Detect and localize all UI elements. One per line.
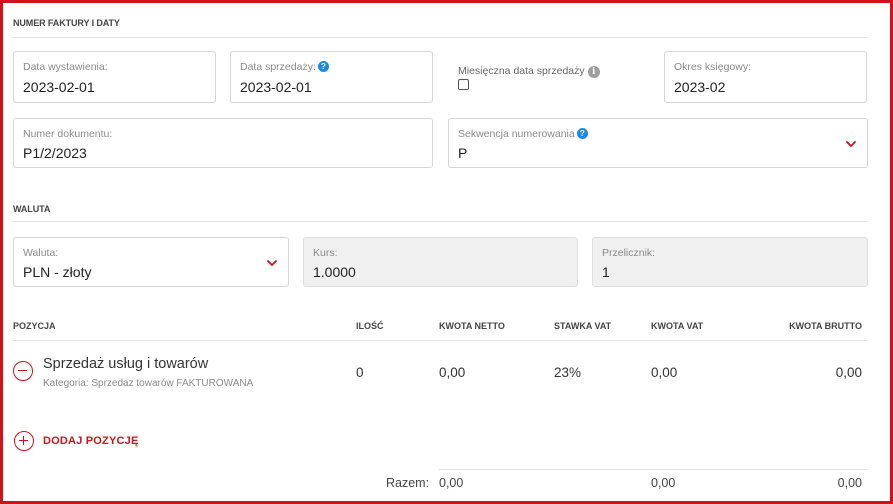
rate-field: Kurs: 1.0000 — [303, 237, 578, 287]
row-vat-rate: 23% — [554, 365, 582, 380]
currency-select[interactable]: Waluta: PLN - złoty — [13, 237, 289, 287]
row-net: 0,00 — [439, 365, 466, 380]
accounting-period-label: Okres księgowy: — [674, 61, 752, 73]
totals-net: 0,00 — [439, 476, 464, 490]
currency-value: PLN - złoty — [23, 264, 92, 280]
chevron-down-icon[interactable] — [266, 258, 278, 268]
chevron-down-icon[interactable] — [845, 139, 857, 149]
monthly-sale-date-group: Miesięczna data sprzedaży i — [458, 61, 600, 90]
divider — [13, 340, 867, 341]
section-title-currency: WALUTA — [13, 204, 51, 214]
accounting-period-field[interactable]: Okres księgowy: 2023-02 — [664, 51, 867, 103]
row-vat: 0,00 — [651, 365, 678, 380]
row-item-name[interactable]: Sprzedaż usług i towarów — [43, 356, 208, 372]
divider — [439, 469, 867, 470]
row-gross: 0,00 — [835, 365, 862, 380]
question-circle-icon[interactable]: ? — [317, 61, 329, 72]
header-position: POZYCJA — [13, 321, 56, 331]
rate-label: Kurs: — [313, 247, 338, 259]
divider — [13, 221, 867, 222]
sale-date-field[interactable]: Data sprzedaży:? 2023-02-01 — [230, 51, 433, 103]
plus-circle-icon — [14, 431, 34, 451]
currency-label: Waluta: — [23, 247, 59, 259]
header-vat-rate: STAWKA VAT — [554, 321, 612, 331]
info-circle-icon[interactable]: i — [587, 66, 600, 78]
sale-date-value[interactable]: 2023-02-01 — [240, 79, 312, 95]
divider — [13, 37, 867, 38]
document-number-field[interactable]: Numer dokumentu: P1/2/2023 — [13, 118, 433, 168]
numbering-sequence-value: P — [458, 145, 468, 161]
issue-date-label: Data wystawienia: — [23, 61, 108, 73]
add-position-label: DODAJ POZYCJĘ — [43, 435, 139, 447]
sale-date-label: Data sprzedaży: — [240, 61, 316, 73]
monthly-sale-date-checkbox[interactable] — [458, 79, 469, 90]
converter-label: Przelicznik: — [602, 247, 656, 259]
monthly-sale-date-label: Miesięczna data sprzedaży — [458, 65, 585, 77]
converter-field: Przelicznik: 1 — [592, 237, 868, 287]
header-gross: KWOTA BRUTTO — [789, 321, 862, 331]
rate-value: 1.0000 — [313, 264, 356, 280]
row-quantity: 0 — [356, 365, 364, 380]
minus-circle-icon[interactable] — [13, 361, 33, 381]
totals-gross: 0,00 — [837, 476, 862, 490]
row-item-category: Kategoria: Sprzedaz towarów FAKTUROWANA — [43, 378, 254, 389]
sale-date-label-wrap: Data sprzedaży:? — [240, 61, 329, 73]
converter-value: 1 — [602, 264, 610, 280]
issue-date-value[interactable]: 2023-02-01 — [23, 79, 95, 95]
document-number-label: Numer dokumentu: — [23, 128, 113, 140]
section-title-invoice: NUMER FAKTURY I DATY — [13, 18, 120, 28]
invoice-form-panel: NUMER FAKTURY I DATY Data wystawienia: 2… — [0, 0, 893, 504]
totals-vat: 0,00 — [651, 476, 676, 490]
add-position-button[interactable]: DODAJ POZYCJĘ — [14, 431, 139, 451]
accounting-period-value[interactable]: 2023-02 — [674, 79, 725, 95]
numbering-sequence-label: Sekwencja numerowania — [458, 128, 575, 140]
question-circle-icon[interactable]: ? — [576, 128, 588, 139]
header-vat: KWOTA VAT — [651, 321, 704, 331]
header-quantity: ILOŚĆ — [356, 321, 384, 331]
totals-label: Razem: — [386, 476, 430, 490]
document-number-value[interactable]: P1/2/2023 — [23, 145, 87, 161]
numbering-sequence-select[interactable]: Sekwencja numerowania? P — [448, 118, 868, 168]
header-net: KWOTA NETTO — [439, 321, 505, 331]
numbering-sequence-label-wrap: Sekwencja numerowania? — [458, 128, 588, 140]
issue-date-field[interactable]: Data wystawienia: 2023-02-01 — [13, 51, 216, 103]
